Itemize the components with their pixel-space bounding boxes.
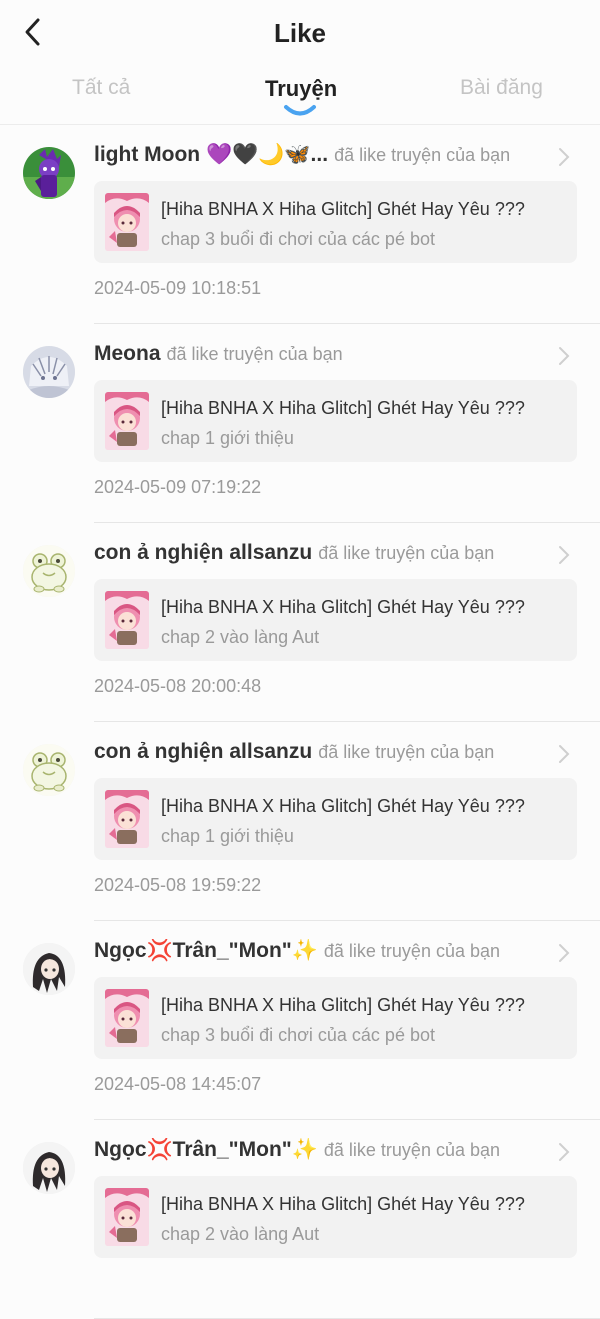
story-card[interactable]: [Hiha BNHA X Hiha Glitch] Ghét Hay Yêu ?… [94, 1176, 577, 1258]
action-text: đã like truyện của bạn [323, 941, 501, 961]
story-card[interactable]: [Hiha BNHA X Hiha Glitch] Ghét Hay Yêu ?… [94, 181, 577, 263]
story-cover-image [105, 392, 149, 450]
story-title: [Hiha BNHA X Hiha Glitch] Ghét Hay Yêu ?… [161, 597, 525, 617]
tab-stories[interactable]: Truyện [265, 76, 337, 102]
action-text: đã like truyện của bạn [323, 1140, 501, 1160]
notification-text: con ả nghiện allsanzu đã like truyện của … [94, 740, 560, 764]
action-text: đã like truyện của bạn [318, 742, 495, 762]
chevron-right-icon [559, 148, 570, 166]
notification-text: con ả nghiện allsanzu đã like truyện của … [94, 541, 560, 565]
chapter-title: chap 1 giới thiệu [161, 428, 294, 448]
notification-text: Ngọc💢Trân_"Mon"✨ đã like truyện của bạn [94, 939, 560, 963]
story-card[interactable]: [Hiha BNHA X Hiha Glitch] Ghét Hay Yêu ?… [94, 778, 577, 860]
chevron-right-icon [559, 1143, 570, 1161]
purple-character-avatar-icon [23, 147, 75, 199]
notification-item[interactable]: Ngọc💢Trân_"Mon"✨ đã like truyện của bạn [… [0, 921, 600, 1120]
story-title: [Hiha BNHA X Hiha Glitch] Ghét Hay Yêu ?… [161, 398, 525, 418]
tab-posts[interactable]: Bài đăng [460, 76, 543, 100]
active-tab-indicator [284, 105, 316, 116]
avatar[interactable] [23, 147, 75, 199]
notification-text: Meona đã like truyện của bạn [94, 342, 560, 366]
frog-avatar-icon [23, 545, 75, 597]
dark-hair-character-avatar-icon [23, 943, 75, 995]
story-card[interactable]: [Hiha BNHA X Hiha Glitch] Ghét Hay Yêu ?… [94, 977, 577, 1059]
timestamp: 2024-05-08 20:00:48 [94, 676, 262, 696]
avatar[interactable] [23, 943, 75, 995]
action-text: đã like truyện của bạn [166, 344, 343, 364]
notification-item[interactable]: light Moon 💜🖤🌙🦋... đã like truyện của bạn… [0, 125, 600, 324]
story-title: [Hiha BNHA X Hiha Glitch] Ghét Hay Yêu ?… [161, 1194, 525, 1214]
story-cover-image [105, 989, 149, 1047]
chapter-title: chap 3 buổi đi chơi của các pé bot [161, 1025, 435, 1045]
story-title: [Hiha BNHA X Hiha Glitch] Ghét Hay Yêu ?… [161, 796, 525, 816]
notification-text: Ngọc💢Trân_"Mon"✨ đã like truyện của bạn [94, 1138, 560, 1162]
chevron-right-icon [559, 944, 570, 962]
dark-hair-character-avatar-icon [23, 1142, 75, 1194]
notification-item[interactable]: con ả nghiện allsanzu đã like truyện của … [0, 523, 600, 722]
user-name[interactable]: Meona [94, 342, 161, 365]
chevron-right-icon [559, 745, 570, 763]
notification-item[interactable]: con ả nghiện allsanzu đã like truyện của … [0, 722, 600, 921]
story-card[interactable]: [Hiha BNHA X Hiha Glitch] Ghét Hay Yêu ?… [94, 380, 577, 462]
story-cover-image [105, 1188, 149, 1246]
notification-text: light Moon 💜🖤🌙🦋... đã like truyện của bạn [94, 143, 560, 167]
chevron-right-icon [559, 347, 570, 365]
user-name[interactable]: con ả nghiện allsanzu [94, 740, 312, 763]
page-title: Like [273, 18, 327, 48]
action-text: đã like truyện của bạn [318, 543, 495, 563]
avatar[interactable] [23, 346, 75, 398]
story-cover-image [105, 790, 149, 848]
avatar[interactable] [23, 744, 75, 796]
user-name[interactable]: Ngọc💢Trân_"Mon"✨ [94, 939, 318, 962]
chapter-title: chap 2 vào làng Aut [161, 627, 320, 647]
sketch-character-avatar-icon [23, 346, 75, 398]
notification-list: light Moon 💜🖤🌙🦋... đã like truyện của bạn… [0, 125, 600, 1319]
notification-item[interactable]: Meona đã like truyện của bạn [Hiha BNHA X… [0, 324, 600, 523]
story-title: [Hiha BNHA X Hiha Glitch] Ghét Hay Yêu ?… [161, 199, 525, 219]
header: Like Tất cả Truyện Bài đăng [0, 0, 600, 125]
frog-avatar-icon [23, 744, 75, 796]
user-name[interactable]: light Moon 💜🖤🌙🦋... [94, 143, 328, 166]
chapter-title: chap 1 giới thiệu [161, 826, 294, 846]
story-card[interactable]: [Hiha BNHA X Hiha Glitch] Ghét Hay Yêu ?… [94, 579, 577, 661]
timestamp: 2024-05-09 07:19:22 [94, 477, 262, 497]
chevron-right-icon [559, 546, 570, 564]
timestamp: 2024-05-08 14:45:07 [94, 1074, 262, 1094]
story-cover-image [105, 591, 149, 649]
user-name[interactable]: con ả nghiện allsanzu [94, 541, 312, 564]
story-title: [Hiha BNHA X Hiha Glitch] Ghét Hay Yêu ?… [161, 995, 525, 1015]
avatar[interactable] [23, 545, 75, 597]
story-cover-image [105, 193, 149, 251]
timestamp: 2024-05-08 19:59:22 [94, 875, 262, 895]
timestamp: 2024-05-09 10:18:51 [94, 278, 262, 298]
avatar[interactable] [23, 1142, 75, 1194]
action-text: đã like truyện của bạn [334, 145, 511, 165]
chapter-title: chap 3 buổi đi chơi của các pé bot [161, 229, 435, 249]
notification-item[interactable]: Ngọc💢Trân_"Mon"✨ đã like truyện của bạn [… [0, 1120, 600, 1319]
chapter-title: chap 2 vào làng Aut [161, 1224, 320, 1244]
user-name[interactable]: Ngọc💢Trân_"Mon"✨ [94, 1138, 318, 1161]
tab-all[interactable]: Tất cả [72, 76, 130, 100]
